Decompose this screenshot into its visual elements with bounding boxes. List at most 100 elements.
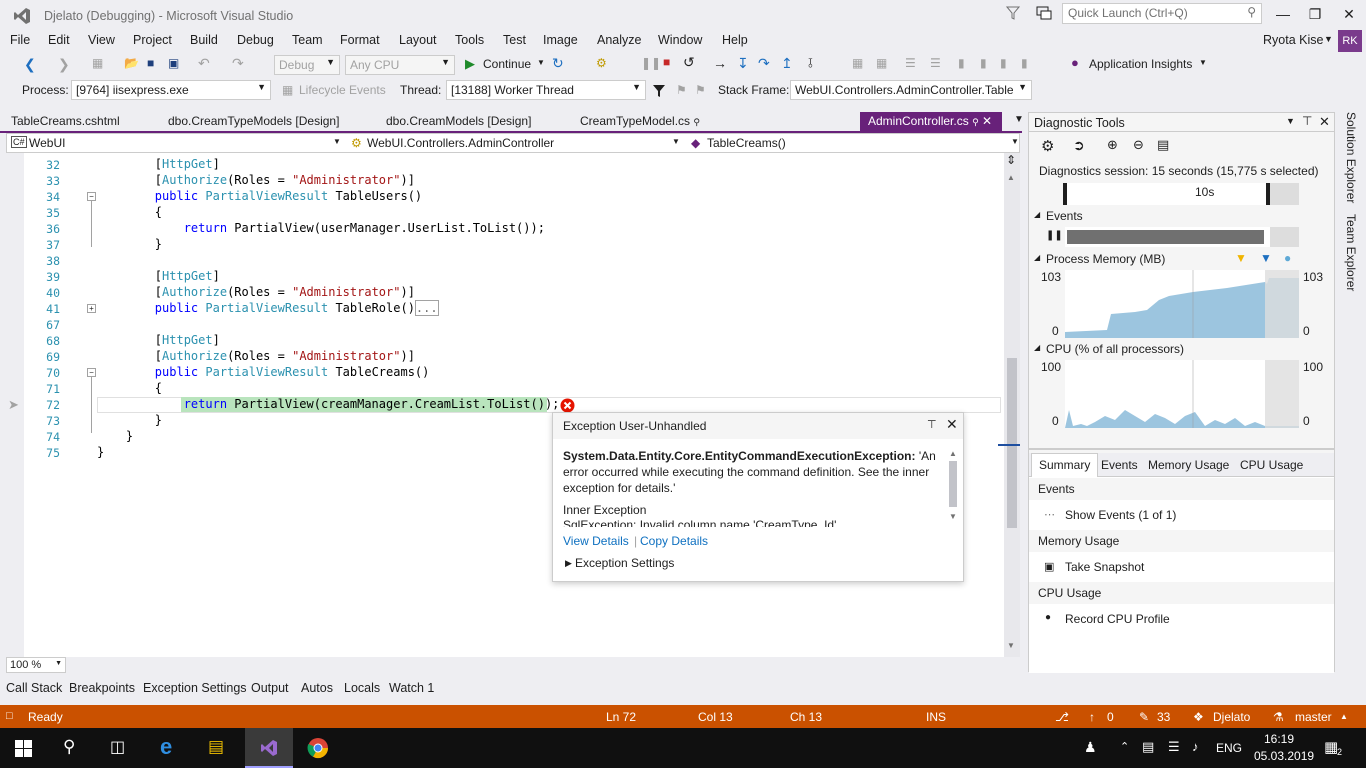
thread-dropdown[interactable]: [13188] Worker Thread ▼ — [446, 80, 646, 100]
restart-icon[interactable]: ↺ — [683, 54, 695, 71]
application-insights-button[interactable]: Application Insights — [1089, 57, 1192, 71]
solution-platform-dropdown[interactable]: Any CPU ▼ — [345, 55, 455, 75]
view-details-link[interactable]: View Details — [563, 534, 629, 548]
scroll-up-icon[interactable]: ▲ — [949, 449, 957, 458]
scroll-down-icon[interactable]: ▼ — [1007, 641, 1015, 650]
export-icon[interactable]: ➲ — [1073, 137, 1085, 154]
chevron-down-icon[interactable]: ▼ — [672, 137, 680, 146]
maximize-button[interactable]: ❐ — [1298, 0, 1332, 28]
threads-icon[interactable]: ▦ — [876, 56, 887, 70]
save-all-icon[interactable]: ▣ — [168, 56, 179, 70]
filter-icon[interactable] — [1006, 6, 1020, 20]
take-snapshot-button[interactable]: Take Snapshot — [1065, 560, 1144, 574]
exception-settings-expander[interactable]: Exception Settings — [575, 556, 674, 570]
branch-name[interactable]: master — [1295, 710, 1332, 724]
collapse-toggle[interactable]: − — [87, 368, 96, 377]
pin-icon[interactable]: ⊤ — [1302, 114, 1312, 128]
scroll-thumb[interactable] — [1007, 358, 1017, 528]
user-name[interactable]: Ryota Kise — [1263, 33, 1323, 47]
wifi-icon[interactable]: ☰ — [1168, 739, 1180, 755]
clock-date[interactable]: 05.03.2019 — [1254, 749, 1314, 763]
save-icon[interactable]: ■ — [147, 56, 154, 70]
visual-studio-taskbar-button[interactable] — [245, 728, 293, 768]
repository-name[interactable]: Djelato — [1213, 710, 1250, 724]
lifecycle-icon[interactable]: ▦ — [282, 83, 293, 97]
tab-exception-settings[interactable]: Exception Settings — [143, 681, 247, 695]
show-flagged-icon[interactable]: ⚑ — [695, 83, 706, 97]
pause-icon[interactable]: ❚❚ — [1046, 230, 1063, 241]
tab-call-stack[interactable]: Call Stack — [6, 681, 62, 695]
unpushed-commits-icon[interactable]: ↑ — [1089, 710, 1095, 724]
zoom-in-icon[interactable]: ⊕ — [1107, 137, 1118, 153]
menu-file[interactable]: File — [10, 33, 30, 47]
clear-bookmarks-icon[interactable]: ▮ — [1021, 56, 1028, 70]
scroll-up-icon[interactable]: ▲ — [1007, 173, 1015, 182]
undo-icon[interactable]: ↶ — [198, 55, 210, 72]
browser-link-icon[interactable]: ⚙ — [596, 56, 607, 70]
tab-locals[interactable]: Locals — [344, 681, 380, 695]
clock-time[interactable]: 16:19 — [1264, 732, 1294, 746]
search-icon[interactable]: ⚲ — [63, 737, 75, 757]
close-icon[interactable]: ✕ — [946, 416, 958, 433]
tab-breakpoints[interactable]: Breakpoints — [69, 681, 135, 695]
expand-triangle-icon[interactable]: ▶ — [565, 558, 572, 569]
menu-project[interactable]: Project — [133, 33, 172, 47]
chevron-down-icon[interactable]: ▼ — [1011, 137, 1019, 146]
expand-toggle[interactable]: + — [87, 304, 96, 313]
open-file-icon[interactable]: 📂 — [124, 56, 139, 70]
navigate-forward-icon[interactable]: ❯ — [58, 56, 70, 73]
file-explorer-icon[interactable]: ▤ — [208, 737, 224, 757]
tab-summary[interactable]: Summary — [1031, 453, 1099, 477]
cpu-graph[interactable] — [1065, 360, 1299, 428]
process-dropdown[interactable]: [9764] iisexpress.exe ▼ — [71, 80, 271, 100]
application-insights-icon[interactable]: ● — [1071, 55, 1079, 70]
chrome-browser-icon[interactable] — [307, 737, 329, 759]
filter-icon[interactable] — [652, 84, 666, 98]
flag-icon[interactable]: ⚑ — [676, 83, 687, 97]
menu-help[interactable]: Help — [722, 33, 748, 47]
battery-icon[interactable]: ▤ — [1142, 739, 1154, 755]
align-right-icon[interactable]: ☰ — [930, 56, 941, 70]
user-dropdown-icon[interactable]: ▼ — [1324, 34, 1333, 44]
pin-icon[interactable]: ⚲ — [693, 117, 700, 127]
branch-icon[interactable]: ⚗ — [1273, 710, 1284, 724]
bookmark-icon[interactable]: ▮ — [958, 56, 965, 70]
next-bookmark-icon[interactable]: ▮ — [1000, 56, 1007, 70]
scroll-down-icon[interactable]: ▼ — [949, 512, 957, 521]
navigate-back-icon[interactable]: ❮ — [24, 56, 36, 73]
minimize-button[interactable]: — — [1266, 0, 1300, 28]
unpushed-count[interactable]: 0 — [1107, 710, 1114, 724]
people-icon[interactable]: ♟ — [1084, 739, 1097, 756]
tab-autos[interactable]: Autos — [301, 681, 333, 695]
menu-format[interactable]: Format — [340, 33, 380, 47]
close-window-button[interactable]: ✕ — [1332, 0, 1366, 28]
align-left-icon[interactable]: ☰ — [905, 56, 916, 70]
step-over-icon[interactable]: ↷ — [758, 55, 770, 72]
tab-team-explorer[interactable]: Team Explorer — [1344, 214, 1358, 291]
new-project-icon[interactable]: ▦ — [92, 56, 103, 70]
tab-creamtypemodels-design[interactable]: dbo.CreamTypeModels [Design] — [160, 112, 347, 132]
app-insights-dropdown-icon[interactable]: ▼ — [1199, 58, 1207, 67]
editor-vertical-scrollbar[interactable]: ⇕ ▲ ▼ — [998, 153, 1020, 657]
tab-creammodels-design[interactable]: dbo.CreamModels [Design] — [378, 112, 539, 132]
quick-launch-input[interactable]: Quick Launch (Ctrl+Q) ⚲ — [1062, 3, 1262, 24]
show-events-link[interactable]: Show Events (1 of 1) — [1065, 508, 1176, 522]
menu-window[interactable]: Window — [658, 33, 702, 47]
collapse-triangle-icon[interactable]: ◢ — [1034, 253, 1040, 262]
menu-analyze[interactable]: Analyze — [597, 33, 641, 47]
tab-cpu-usage[interactable]: CPU Usage — [1240, 458, 1303, 472]
hex-display-icon[interactable]: ⫱ — [808, 55, 813, 71]
tab-memory-usage[interactable]: Memory Usage — [1148, 458, 1229, 472]
member-dropdown[interactable]: TableCreams() — [707, 136, 786, 150]
splitter[interactable] — [1029, 448, 1334, 450]
show-next-statement-icon[interactable]: → — [713, 55, 727, 71]
repository-icon[interactable]: ❖ — [1193, 710, 1204, 724]
menu-image[interactable]: Image — [543, 33, 578, 47]
menu-tools[interactable]: Tools — [455, 33, 484, 47]
timeline-ruler[interactable] — [1065, 183, 1299, 205]
close-tab-icon[interactable]: ✕ — [982, 114, 992, 128]
pending-changes-count[interactable]: 33 — [1157, 710, 1170, 724]
tab-tablecreams-cshtml[interactable]: TableCreams.cshtml — [3, 112, 128, 132]
thread-icon[interactable]: ▦ — [852, 56, 863, 70]
collapse-toggle[interactable]: − — [87, 192, 96, 201]
